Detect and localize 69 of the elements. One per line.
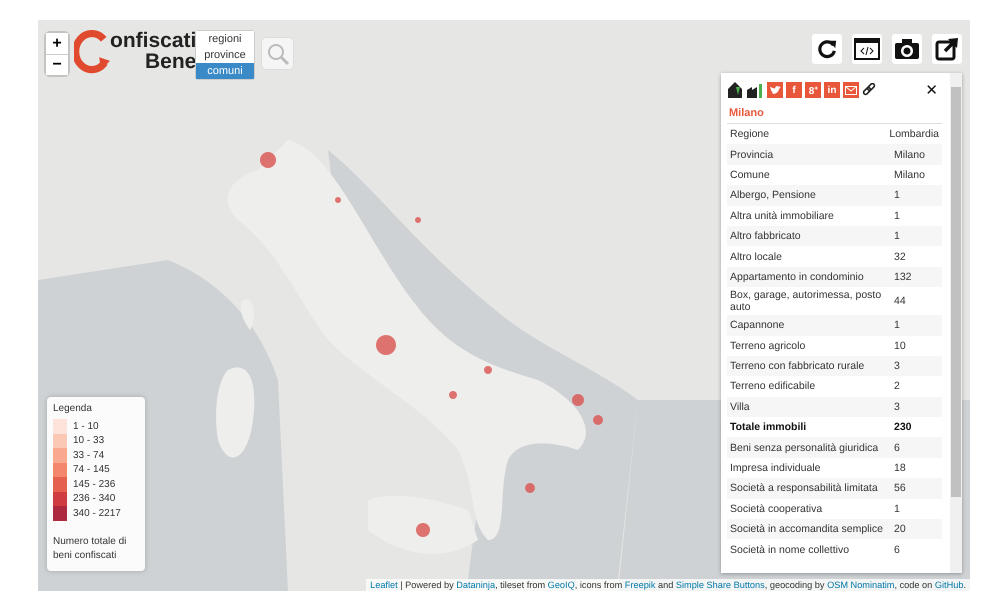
row-label: Società a responsabilità limitata	[729, 481, 879, 496]
row-label: Terreno agricolo	[729, 338, 806, 354]
legend-label: 236 - 340	[73, 493, 116, 504]
row-label: Totale immobili	[729, 420, 808, 436]
share-button[interactable]: 8⁺	[805, 82, 821, 98]
level-tab[interactable]: regioni	[196, 31, 254, 47]
row-value: 2	[893, 379, 901, 394]
row-value: 20	[893, 522, 907, 538]
row-value: Milano	[893, 168, 926, 183]
row-label: Beni senza personalità giuridica	[729, 440, 880, 456]
row-label: Altro fabbricato	[729, 229, 802, 244]
legend-label: 10 - 33	[73, 435, 104, 446]
row-label: Terreno edificabile	[729, 379, 816, 394]
row-label: Altra unità immobiliare	[729, 208, 835, 224]
row-label: Società in nome collettivo	[729, 542, 850, 558]
row-label: Impresa individuale	[729, 461, 822, 476]
legend-label: 340 - 2217	[73, 508, 121, 519]
legend-title: Legenda	[53, 403, 93, 414]
row-value: 132	[893, 270, 913, 285]
share-button[interactable]: f	[786, 82, 802, 98]
row-label: Società cooperativa	[729, 502, 824, 517]
row-value: 230	[893, 420, 913, 436]
row-label: Regione	[729, 127, 770, 142]
row-label: Albergo, Pensione	[729, 188, 817, 204]
logo-text: onfiscati	[110, 30, 196, 51]
legend-label: 145 - 236	[73, 478, 116, 490]
attribution-link[interactable]: Freepik	[624, 580, 656, 590]
attribution-text: Leaflet | Powered by Dataninja, tileset from GeoIQ, icons from Freepik and Simple Share Buttons, geocoding by OSM Nominatim, code on GitHub.	[366, 579, 970, 591]
row-label: Società in accomandita semplice	[729, 522, 884, 538]
attribution-link[interactable]: OSM Nominatim	[827, 580, 894, 590]
panel-title: Milano	[727, 101, 942, 124]
row-label: Villa	[729, 400, 751, 415]
row-label: Box, garage, autorimessa, posto auto	[729, 288, 882, 316]
row-value: 6	[893, 542, 901, 558]
row-value: 3	[893, 359, 901, 374]
logo-text: Bene	[145, 51, 196, 72]
row-value: Milano	[893, 148, 926, 163]
attribution-link[interactable]: Leaflet	[370, 580, 398, 590]
row-value: 32	[893, 250, 907, 265]
attribution-link[interactable]: Dataninja	[456, 580, 496, 590]
row-value: Lombardia	[888, 127, 940, 142]
legend-label: 1 - 10	[73, 420, 99, 432]
zoom-out-button[interactable]: −	[46, 54, 68, 75]
attribution-link[interactable]: Simple Share Buttons	[676, 580, 765, 590]
row-value: 1	[893, 318, 901, 334]
row-value: 10	[893, 338, 907, 354]
row-value: 1	[893, 502, 901, 517]
share-button[interactable]: in	[824, 82, 840, 98]
row-label: Comune	[729, 168, 771, 183]
row-label: Provincia	[729, 148, 774, 163]
row-value: 1	[893, 188, 901, 204]
row-label: Capannone	[729, 318, 786, 334]
legend-label: 33 - 74	[73, 450, 104, 461]
row-label: Terreno con fabbricato rurale	[729, 359, 866, 374]
attribution-link[interactable]: GitHub	[934, 580, 964, 590]
row-value: 6	[893, 440, 901, 456]
legend-note: Numero totale di beni confiscati	[53, 534, 128, 562]
row-label: Appartamento in condominio	[729, 270, 865, 285]
row-label: Altro locale	[729, 250, 783, 265]
row-value: 3	[893, 400, 901, 415]
row-value: 1	[893, 229, 901, 244]
level-tab[interactable]: comuni	[196, 63, 254, 79]
row-value: 44	[893, 294, 907, 310]
close-button[interactable]: ✕	[921, 81, 942, 99]
attribution-link[interactable]: GeoIQ	[548, 580, 575, 590]
row-value: 1	[893, 208, 901, 224]
row-value: 56	[893, 481, 907, 496]
legend-label: 74 - 145	[73, 464, 110, 476]
row-value: 18	[893, 461, 907, 476]
